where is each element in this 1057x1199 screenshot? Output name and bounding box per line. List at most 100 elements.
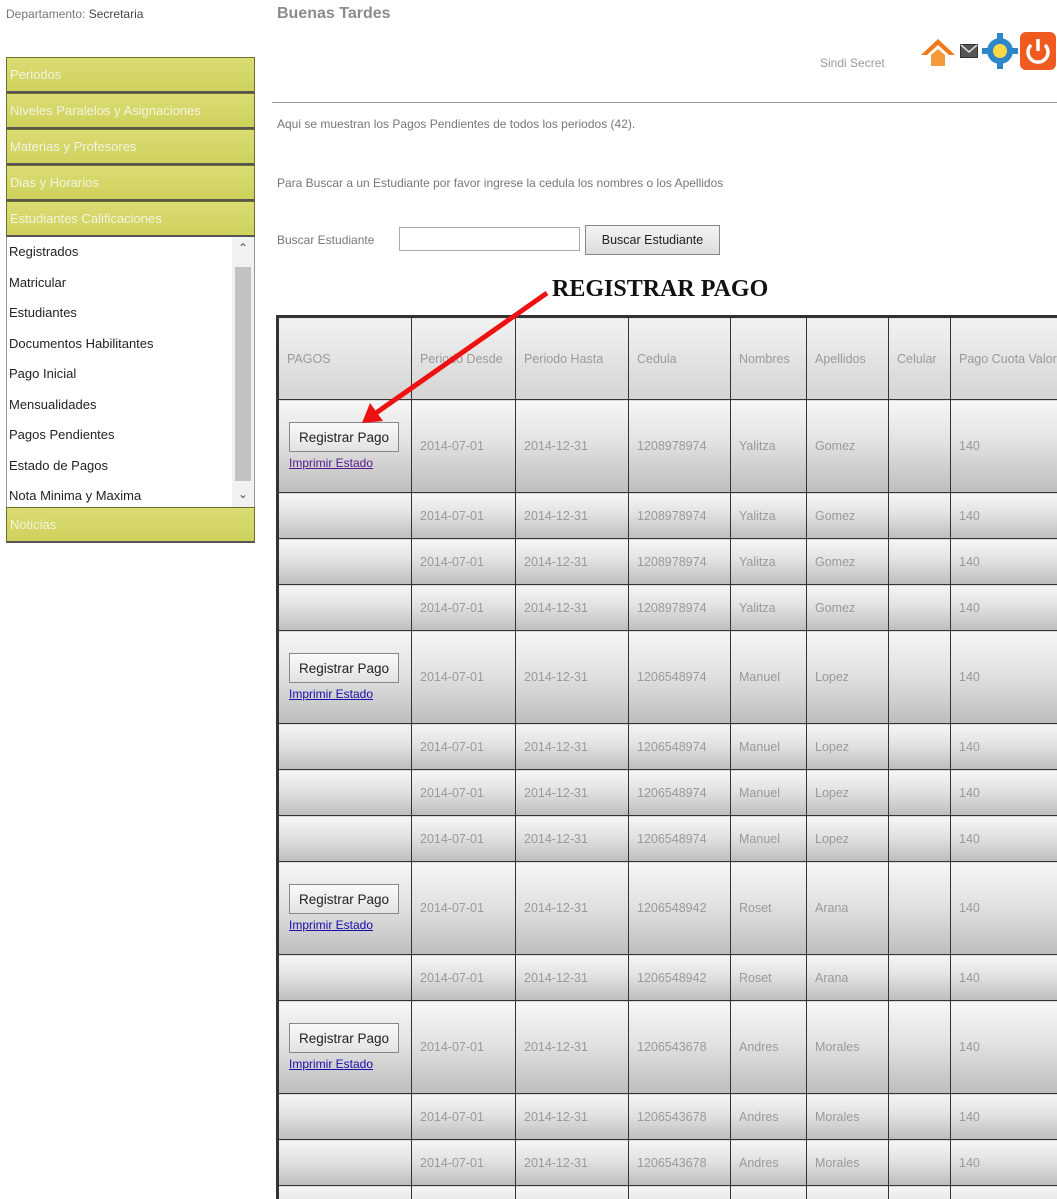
imprimir-estado-link[interactable]: Imprimir Estado [289,1057,373,1071]
scroll-down-icon[interactable]: ⌄ [232,487,254,501]
submenu-scrollbar[interactable]: ⌃ ⌄ [232,237,254,507]
cell-pagos: Registrar Pago Imprimir Estado [278,630,412,724]
submenu-item-estudiantes[interactable]: Estudiantes [7,298,254,329]
cell-apellidos: Morales [806,1093,889,1140]
table-row: Registrar Pago Imprimir Estado 2014-07-01 2… [278,1000,1057,1094]
cell-nombres: Manuel [730,769,807,816]
search-button[interactable]: Buscar Estudiante [585,225,720,255]
cell-cedula: 1206548942 [628,954,731,1001]
cell-cedula: 1206543678 [628,1000,731,1094]
cell-desde: 2014-07-01 [411,1000,516,1094]
cell-pagos: Registrar Pago Imprimir Estado [278,1000,412,1094]
cell-nombres: Manuel [730,723,807,770]
department-info: Departamento: Secretaria [6,7,143,21]
cell-apellidos: Lopez [806,769,889,816]
cell-cedula: 1206548974 [628,815,731,862]
registrar-pago-button[interactable]: Registrar Pago [289,1023,399,1053]
submenu-item-pagos-pendientes[interactable]: Pagos Pendientes [7,420,254,451]
cell-cedula: 1206548974 [628,769,731,816]
cell-nombres: Andres [730,1093,807,1140]
cell-desde: 2014-07-01 [411,492,516,539]
cell-celular [888,769,951,816]
menu-noticias[interactable]: Noticias [6,507,255,543]
menu-niveles-paralelos[interactable]: Niveles Paralelos y Asignaciones [6,93,255,129]
department-value: Secretaria [88,7,144,21]
sidebar-menu: Periodos Niveles Paralelos y Asignacione… [6,57,255,543]
cell-hasta: 2014-12-31 [515,954,629,1001]
cell-apellidos: Gomez [806,492,889,539]
imprimir-estado-link[interactable]: Imprimir Estado [289,918,373,932]
cell-apellidos: Morales [806,1000,889,1094]
registrar-pago-button[interactable]: Registrar Pago [289,653,399,683]
cell-desde [411,1185,516,1199]
cell-celular [888,1093,951,1140]
scrollbar-thumb[interactable] [235,267,251,481]
cell-valor: 140 [950,584,1057,631]
cell-valor: 140 [950,399,1057,493]
menu-dias-horarios[interactable]: Dias y Horarios [6,165,255,201]
cell-hasta: 2014-12-31 [515,1139,629,1186]
submenu-item-registrados[interactable]: Registrados [7,237,254,268]
cell-nombres [730,1185,807,1199]
menu-materias-profesores[interactable]: Materias y Profesores [6,129,255,165]
cell-pagos [278,1093,412,1140]
cell-pagos [278,1185,412,1199]
cell-celular [888,1000,951,1094]
imprimir-estado-link[interactable]: Imprimir Estado [289,687,373,701]
menu-periodos[interactable]: Periodos [6,57,255,93]
scroll-up-icon[interactable]: ⌃ [232,241,254,255]
settings-icon[interactable] [980,32,1020,70]
cell-nombres: Andres [730,1139,807,1186]
cell-hasta: 2014-12-31 [515,538,629,585]
cell-hasta: 2014-12-31 [515,723,629,770]
cell-pagos [278,1139,412,1186]
submenu-item-matricular[interactable]: Matricular [7,268,254,299]
cell-nombres: Roset [730,954,807,1001]
info-text: Aqui se muestran los Pagos Pendientes de… [277,117,636,131]
cell-celular [888,584,951,631]
registrar-pago-button[interactable]: Registrar Pago [289,884,399,914]
cell-pagos [278,954,412,1001]
mail-icon[interactable] [960,44,978,58]
cell-cedula: 1206548942 [628,861,731,955]
cell-desde: 2014-07-01 [411,630,516,724]
table-header-row: PAGOS Periodo Desde Periodo Hasta Cedula… [278,317,1057,400]
submenu-item-nota-minima-maxima[interactable]: Nota Minima y Maxima [7,481,254,512]
cell-nombres: Yalitza [730,492,807,539]
cell-apellidos [806,1185,889,1199]
cell-hasta [515,1185,629,1199]
imprimir-estado-link[interactable]: Imprimir Estado [289,456,373,470]
submenu-item-pago-inicial[interactable]: Pago Inicial [7,359,254,390]
menu-estudiantes-calificaciones[interactable]: Estudiantes Calificaciones [6,201,255,237]
table-row: Registrar Pago Imprimir Estado 2014-07-01 2… [278,630,1057,724]
cell-pagos [278,769,412,816]
cell-valor [950,1185,1057,1199]
submenu-item-estado-de-pagos[interactable]: Estado de Pagos [7,451,254,482]
cell-valor: 140 [950,954,1057,1001]
cell-apellidos: Morales [806,1139,889,1186]
table-row: 2014-07-01 2014-12-31 1208978974 Yalitza Gom… [278,538,1057,585]
cell-nombres: Andres [730,1000,807,1094]
registrar-pago-button[interactable]: Registrar Pago [289,422,399,452]
cell-celular [888,630,951,724]
annotation-label: REGISTRAR PAGO [552,276,769,302]
department-label: Departamento: [6,7,86,21]
table-row: Registrar Pago Imprimir Estado 2014-07-01 2… [278,399,1057,493]
cell-valor: 140 [950,861,1057,955]
table-row: 2014-07-01 2014-12-31 1206548974 Manuel Lope… [278,723,1057,770]
cell-celular [888,861,951,955]
cell-apellidos: Lopez [806,815,889,862]
cell-celular [888,1139,951,1186]
power-icon[interactable] [1020,32,1056,70]
cell-hasta: 2014-12-31 [515,630,629,724]
cell-celular [888,492,951,539]
cell-nombres: Manuel [730,815,807,862]
cell-celular [888,723,951,770]
home-icon[interactable] [920,38,956,68]
cell-desde: 2014-07-01 [411,861,516,955]
cell-desde: 2014-07-01 [411,538,516,585]
search-input[interactable] [399,227,580,251]
submenu-item-mensualidades[interactable]: Mensualidades [7,390,254,421]
cell-hasta: 2014-12-31 [515,769,629,816]
submenu-item-documentos-habilitantes[interactable]: Documentos Habilitantes [7,329,254,360]
